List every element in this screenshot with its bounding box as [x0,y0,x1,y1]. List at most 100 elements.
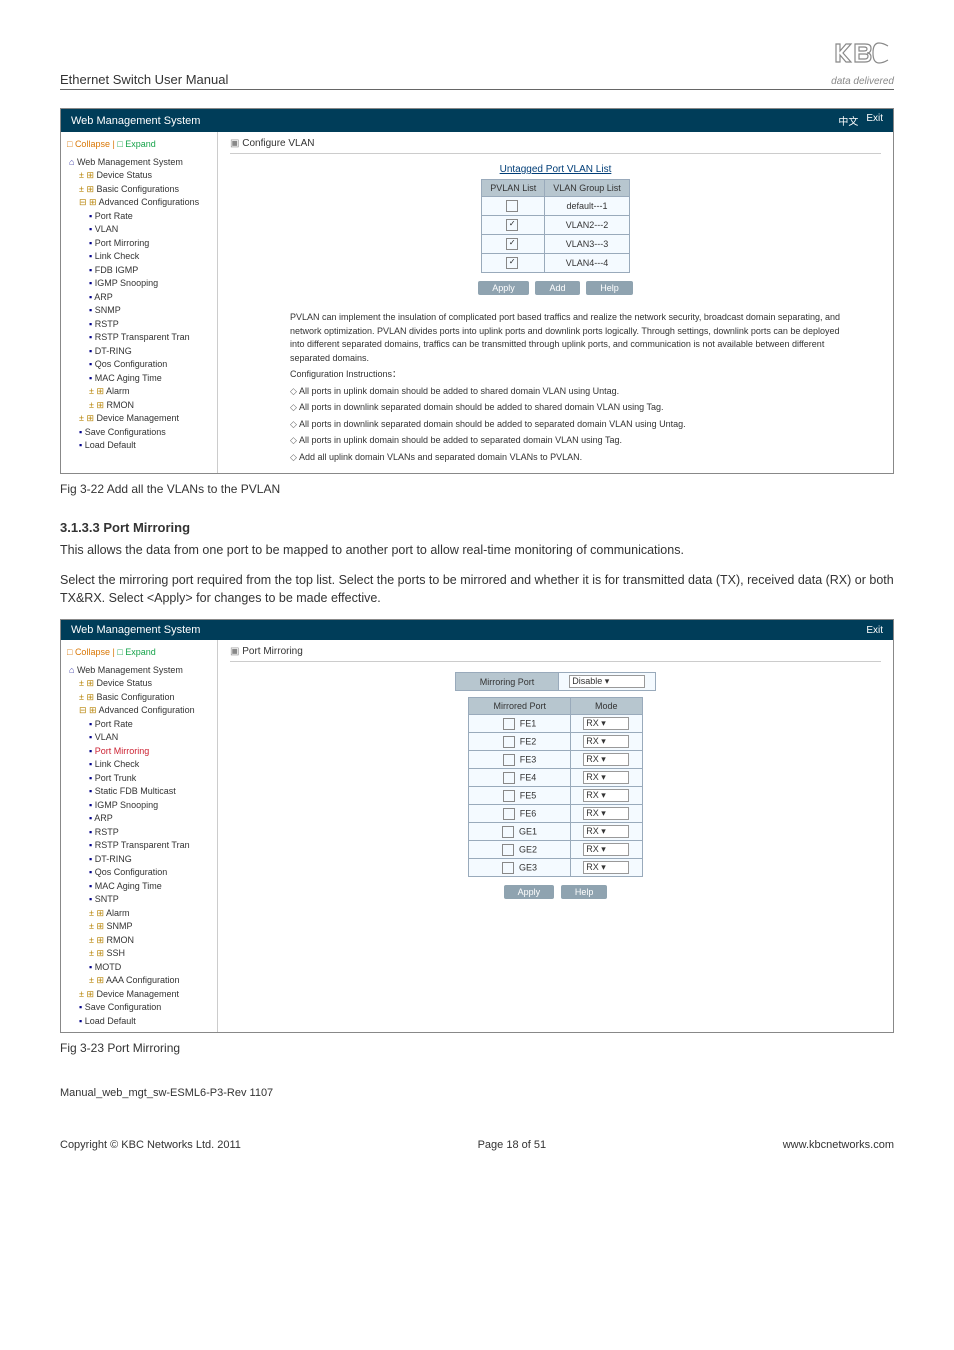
inst-5: Add all uplink domain VLANs and separate… [299,452,582,462]
logo: data delivered [831,40,894,87]
collapse-link[interactable]: □ Collapse [67,139,110,149]
exit-link-2[interactable]: Exit [866,625,883,636]
mode-fe3[interactable]: RX ▾ [571,751,643,769]
mode-fe2[interactable]: RX ▾ [571,733,643,751]
footer-copyright: Copyright © KBC Networks Ltd. 2011 [60,1139,241,1151]
tree-port-mirroring[interactable]: ▪ Port Mirroring [65,237,215,251]
tree-motd-2[interactable]: ▪ MOTD [65,961,215,975]
tree-advanced-config[interactable]: ⊟ ⊞ Advanced Configurations [65,196,215,210]
tree-port-rate-2[interactable]: ▪ Port Rate [65,718,215,732]
tree-arp-2[interactable]: ▪ ARP [65,812,215,826]
help-button[interactable]: Help [586,281,633,295]
add-button[interactable]: Add [535,281,579,295]
chk-fe3[interactable]: FE3 [469,751,571,769]
tree-basic-config-2[interactable]: ± ⊞ Basic Configuration [65,691,215,705]
tree-snmp[interactable]: ▪ SNMP [65,304,215,318]
tree-port-trunk-2[interactable]: ▪ Port Trunk [65,772,215,786]
tree-qos-config-2[interactable]: ▪ Qos Configuration [65,866,215,880]
mode-fe4[interactable]: RX ▾ [571,769,643,787]
figure-caption-2: Fig 3-23 Port Mirroring [60,1041,894,1055]
tree-root[interactable]: ⌂ Web Management System [65,156,215,170]
tree-port-rate[interactable]: ▪ Port Rate [65,210,215,224]
collapse-link-2[interactable]: □ Collapse [67,647,110,657]
tree-snmp-2[interactable]: ± ⊞ SNMP [65,920,215,934]
chk-row4[interactable] [482,254,545,273]
tree-rmon-2[interactable]: ± ⊞ RMON [65,934,215,948]
tree-mac-aging[interactable]: ▪ MAC Aging Time [65,372,215,386]
col-mirrored-port: Mirrored Port [469,698,571,715]
tree-rstp-2[interactable]: ▪ RSTP [65,826,215,840]
tree-sntp-2[interactable]: ▪ SNTP [65,893,215,907]
crumb-icon: ▣ [230,138,239,149]
chk-fe4[interactable]: FE4 [469,769,571,787]
col-vlan-group: VLAN Group List [545,180,630,197]
tree-load-default-2[interactable]: ▪ Load Default [65,1015,215,1029]
mode-fe1[interactable]: RX ▾ [571,715,643,733]
tree-device-status[interactable]: ± ⊞ Device Status [65,169,215,183]
tree-alarm[interactable]: ± ⊞ Alarm [65,385,215,399]
apply-button[interactable]: Apply [478,281,529,295]
tree-vlan-2[interactable]: ▪ VLAN [65,731,215,745]
tree-link-check-2[interactable]: ▪ Link Check [65,758,215,772]
mode-ge2[interactable]: RX ▾ [571,841,643,859]
tree-aaa-config-2[interactable]: ± ⊞ AAA Configuration [65,974,215,988]
mirrored-port-table: Mirrored PortMode FE1RX ▾ FE2RX ▾ FE3RX … [468,697,642,877]
tree-mac-aging-2[interactable]: ▪ MAC Aging Time [65,880,215,894]
tree-root-2[interactable]: ⌂ Web Management System [65,664,215,678]
tree-dt-ring-2[interactable]: ▪ DT-RING [65,853,215,867]
cell-row4: VLAN4---4 [545,254,630,273]
tree-advanced-config-2[interactable]: ⊟ ⊞ Advanced Configuration [65,704,215,718]
tree-rstp-trans-2[interactable]: ▪ RSTP Transparent Tran [65,839,215,853]
tree-fdb-igmp[interactable]: ▪ FDB IGMP [65,264,215,278]
expand-link-2[interactable]: □ Expand [117,647,155,657]
mode-ge1[interactable]: RX ▾ [571,823,643,841]
mode-ge3[interactable]: RX ▾ [571,859,643,877]
chk-ge2[interactable]: GE2 [469,841,571,859]
app-title-2: Web Management System [71,624,200,636]
exit-link[interactable]: Exit [866,113,883,128]
tree-device-status-2[interactable]: ± ⊞ Device Status [65,677,215,691]
help-button-2[interactable]: Help [561,885,608,899]
tree-vlan[interactable]: ▪ VLAN [65,223,215,237]
tree-rmon[interactable]: ± ⊞ RMON [65,399,215,413]
chk-fe5[interactable]: FE5 [469,787,571,805]
figure-caption-1: Fig 3-22 Add all the VLANs to the PVLAN [60,482,894,496]
lang-link[interactable]: 中文 [838,113,858,128]
chk-fe1[interactable]: FE1 [469,715,571,733]
mode-fe6[interactable]: RX ▾ [571,805,643,823]
inst-3: All ports in downlink separated domain s… [299,419,686,429]
expand-link[interactable]: □ Expand [117,139,155,149]
chk-fe2[interactable]: FE2 [469,733,571,751]
chk-ge3[interactable]: GE3 [469,859,571,877]
tree-load-default[interactable]: ▪ Load Default [65,439,215,453]
tree-save-config[interactable]: ▪ Save Configurations [65,426,215,440]
tree-rstp[interactable]: ▪ RSTP [65,318,215,332]
mode-fe5[interactable]: RX ▾ [571,787,643,805]
apply-button-2[interactable]: Apply [504,885,555,899]
mirroring-port-select[interactable]: Disable ▾ [559,673,656,691]
chk-ge1[interactable]: GE1 [469,823,571,841]
tree-rstp-trans[interactable]: ▪ RSTP Transparent Tran [65,331,215,345]
tree-igmp-snooping[interactable]: ▪ IGMP Snooping [65,277,215,291]
tree-igmp-snooping-2[interactable]: ▪ IGMP Snooping [65,799,215,813]
conf-title: Configuration Instructions： [290,368,851,382]
chk-row3[interactable] [482,235,545,254]
tree-dt-ring[interactable]: ▪ DT-RING [65,345,215,359]
tree-save-config-2[interactable]: ▪ Save Configuration [65,1001,215,1015]
tree-link-check[interactable]: ▪ Link Check [65,250,215,264]
tree-arp[interactable]: ▪ ARP [65,291,215,305]
mirroring-port-table: Mirroring Port Disable ▾ [455,672,657,691]
screenshot-configure-vlan: Web Management System 中文 Exit □ Collapse… [60,108,894,474]
chk-row1[interactable] [482,197,545,216]
manual-reference: Manual_web_mgt_sw-ESML6-P3-Rev 1107 [60,1087,894,1099]
chk-fe6[interactable]: FE6 [469,805,571,823]
tree-device-mgmt-2[interactable]: ± ⊞ Device Management [65,988,215,1002]
tree-device-mgmt[interactable]: ± ⊞ Device Management [65,412,215,426]
tree-static-fdb-2[interactable]: ▪ Static FDB Multicast [65,785,215,799]
tree-basic-config[interactable]: ± ⊞ Basic Configurations [65,183,215,197]
tree-port-mirroring-2[interactable]: ▪ Port Mirroring [65,745,215,759]
tree-ssh-2[interactable]: ± ⊞ SSH [65,947,215,961]
tree-qos-config[interactable]: ▪ Qos Configuration [65,358,215,372]
tree-alarm-2[interactable]: ± ⊞ Alarm [65,907,215,921]
chk-row2[interactable] [482,216,545,235]
